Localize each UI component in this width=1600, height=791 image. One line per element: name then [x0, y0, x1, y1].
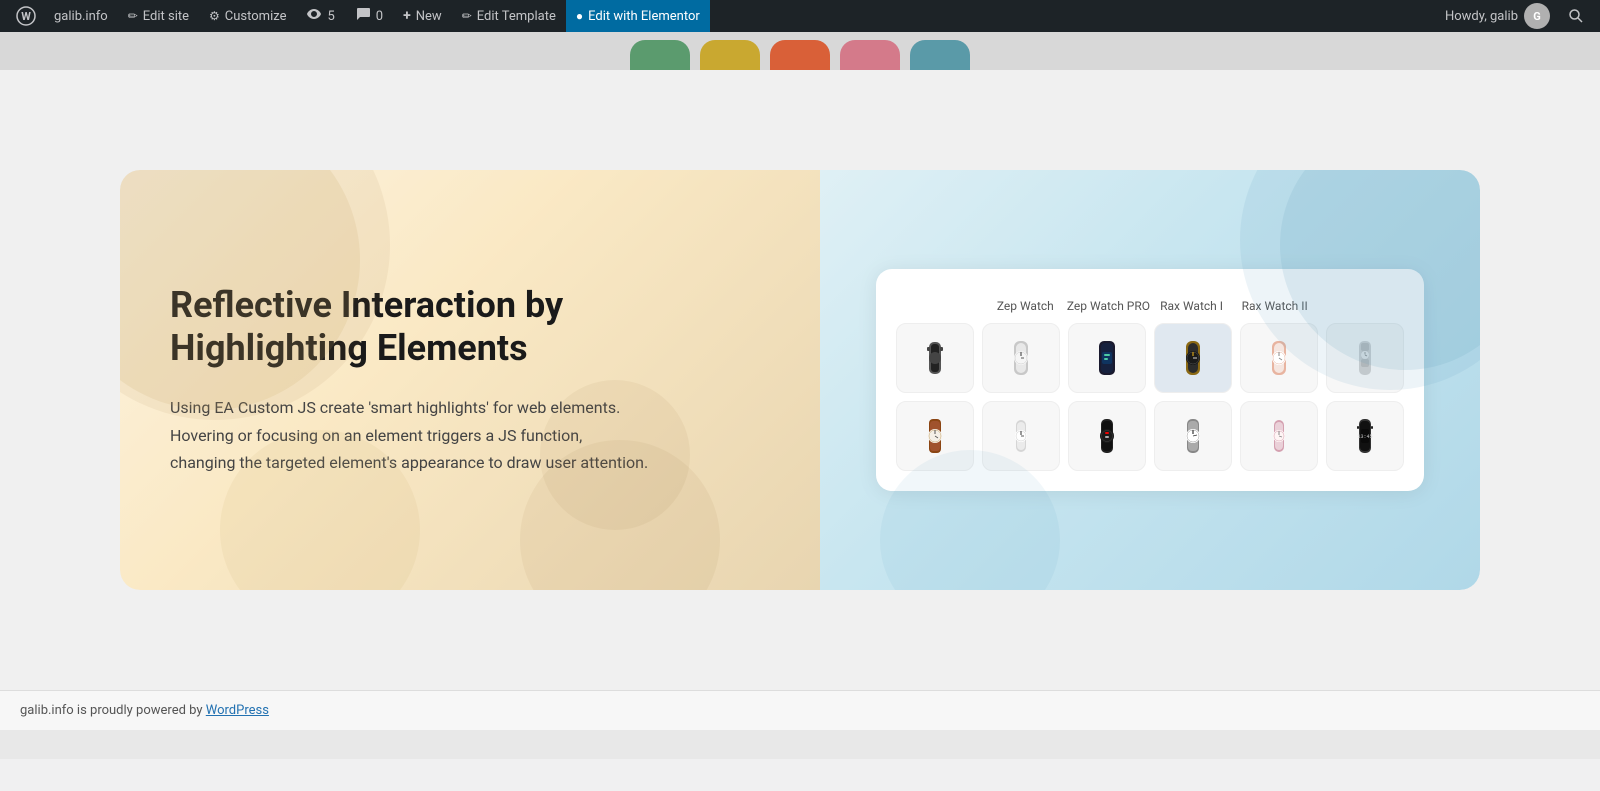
watch-icon-rose-small [1259, 416, 1299, 456]
watch-cell-r2c3[interactable] [1068, 401, 1146, 471]
nav-pill-orange[interactable] [770, 40, 830, 70]
comments-link[interactable]: 0 [345, 0, 393, 32]
new-content-link[interactable]: + New [393, 0, 452, 32]
site-name: galib.info [54, 9, 108, 24]
footer-text: galib.info is proudly powered by [20, 703, 206, 718]
nav-pill-green[interactable] [630, 40, 690, 70]
col-header-zep-pro: Zep Watch PRO [1067, 299, 1150, 313]
col-header-zep: Zep Watch [984, 299, 1067, 313]
nav-pill-pink[interactable] [840, 40, 900, 70]
howdy-text: Howdy, galib [1445, 9, 1518, 24]
col-header-rax-2: Rax Watch II [1233, 299, 1316, 313]
customize-link[interactable]: ⚙ Customize [199, 0, 296, 32]
watch-icon-dark-digital [1087, 338, 1127, 378]
plus-icon: + [403, 8, 411, 24]
watch-icon-rose-gold [1259, 338, 1299, 378]
howdy-menu[interactable]: Howdy, galib G [1435, 3, 1560, 29]
left-panel: Reflective Interaction by Highlighting E… [120, 170, 820, 590]
col-header-rax-1: Rax Watch I [1150, 299, 1233, 313]
watch-grid: 13:45 [896, 323, 1405, 471]
nav-pill-teal[interactable] [910, 40, 970, 70]
watch-icon-dark-round [1087, 416, 1127, 456]
comments-icon [355, 7, 371, 25]
pencil-icon: ✏ [128, 9, 138, 23]
watch-icon-white-dial [1173, 416, 1213, 456]
watch-cell-r2c1[interactable] [896, 401, 974, 471]
hero-heading: Reflective Interaction by Highlighting E… [170, 284, 650, 370]
customize-icon: ⚙ [209, 9, 220, 23]
site-name-link[interactable]: galib.info [44, 0, 118, 32]
watch-cell-r1c3[interactable] [1068, 323, 1146, 393]
elementor-icon: ● [576, 9, 583, 23]
watch-icon-silver-bracelet [1345, 338, 1385, 378]
watch-icon-brown-leather [915, 416, 955, 456]
user-avatar: G [1524, 3, 1550, 29]
page-footer: galib.info is proudly powered by WordPre… [0, 690, 1600, 730]
edit-elementor-link[interactable]: ● Edit with Elementor [566, 0, 710, 32]
hero-description: Using EA Custom JS create 'smart highlig… [170, 394, 650, 476]
watch-cell-r2c5[interactable] [1240, 401, 1318, 471]
watch-icon-dark-large [1173, 338, 1213, 378]
hero-section: Reflective Interaction by Highlighting E… [120, 170, 1480, 590]
watch-cell-r2c2[interactable] [982, 401, 1060, 471]
right-panel: Zep Watch Zep Watch PRO Rax Watch I Rax … [820, 170, 1480, 590]
edit-site-link[interactable]: ✏ Edit site [118, 0, 199, 32]
watch-grid-header: Zep Watch Zep Watch PRO Rax Watch I Rax … [896, 299, 1405, 313]
watch-cell-r2c4[interactable] [1154, 401, 1232, 471]
nav-pills-bar [0, 32, 1600, 70]
watch-icon-dark-digital-2: 13:45 [1345, 416, 1385, 456]
views-link[interactable]: 5 [296, 0, 344, 32]
svg-text:W: W [21, 10, 31, 23]
eye-icon [306, 8, 322, 24]
edit-template-link[interactable]: ✏ Edit Template [452, 0, 566, 32]
watch-cell-r1c6[interactable] [1326, 323, 1404, 393]
left-decorative-bg [120, 170, 820, 590]
wp-logo[interactable]: W [8, 0, 44, 32]
watch-icon-silver-small [1001, 416, 1041, 456]
search-button[interactable] [1560, 0, 1592, 32]
watch-icon-silver-analog [1001, 338, 1041, 378]
admin-bar: W galib.info ✏ Edit site ⚙ Customize 5 0… [0, 0, 1600, 32]
svg-text:13:45: 13:45 [1358, 434, 1373, 440]
watch-cell-r1c1[interactable] [896, 323, 974, 393]
edit-template-icon: ✏ [462, 9, 472, 23]
watch-cell-r1c4[interactable] [1154, 323, 1232, 393]
main-content: Reflective Interaction by Highlighting E… [0, 70, 1600, 690]
nav-pill-yellow[interactable] [700, 40, 760, 70]
page-wrapper: Reflective Interaction by Highlighting E… [0, 32, 1600, 759]
watch-cell-r1c5[interactable] [1240, 323, 1318, 393]
watch-icon-dark-small [915, 338, 955, 378]
wordpress-link[interactable]: WordPress [206, 703, 269, 718]
watch-cell-r1c2[interactable] [982, 323, 1060, 393]
watch-grid-container: Zep Watch Zep Watch PRO Rax Watch I Rax … [876, 269, 1425, 491]
watch-cell-r2c6[interactable]: 13:45 [1326, 401, 1404, 471]
